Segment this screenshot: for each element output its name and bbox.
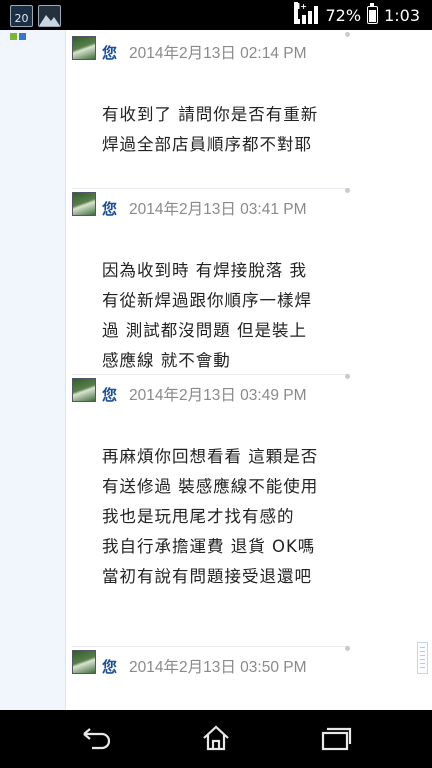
message-text: 有收到了 請問你是否有重新焊過全部店員順序都不對耶 [102,105,319,154]
sender-name: 您 [102,386,118,404]
avatar[interactable] [72,378,96,402]
divider [72,374,350,375]
divider [72,646,350,647]
home-icon [203,725,229,751]
signal-icon: H+ [293,2,320,26]
message-timestamp: 2014年2月13日 03:50 PM [129,659,307,676]
avatar[interactable] [72,36,96,60]
gallery-notification-icon [38,5,61,27]
message-item[interactable]: 您 2014年2月13日 02:14 PM 有收到了 請問你是否有重新焊過全部店員… [72,32,350,196]
message-menu-dot-icon[interactable] [345,188,350,193]
avatar[interactable] [72,650,96,674]
back-arrow-icon [83,728,111,750]
recent-apps-icon [321,727,352,751]
message-text: 再麻煩你回想看看 這顆是否有送修過 裝感應線不能使用 我也是玩甩尾才找有感的 我… [102,447,319,586]
divider [72,188,350,189]
status-indicators: H+ 72% 1:03 [293,0,420,30]
side-strip [0,30,66,710]
battery-icon [367,3,379,24]
battery-percent: 72% [325,5,362,25]
message-menu-dot-icon[interactable] [345,32,350,37]
message-item[interactable]: 您 2014年2月13日 03:49 PM 再麻煩你回想看看 這顆是否有送修過 裝… [72,374,350,644]
sender-name: 您 [102,658,118,676]
message-text: 因為收到時 有焊接脫落 我有從新焊過跟你順序一樣焊過 測試都沒問題 但是裝上感應… [102,261,312,370]
status-bar: 20 H+ 72% 1:03 [0,0,432,30]
app-badge-icon [10,33,26,40]
scroll-handle[interactable] [417,642,428,674]
message-item[interactable]: 您 2014年2月13日 03:41 PM 因為收到時 有焊接脫落 我有從新焊過跟… [72,188,350,378]
sender-name: 您 [102,44,118,62]
recent-apps-button[interactable] [318,724,354,752]
message-timestamp: 2014年2月13日 02:14 PM [129,45,307,62]
sender-name: 您 [102,200,118,218]
message-timestamp: 2014年2月13日 03:49 PM [129,387,307,404]
message-item[interactable]: 您 2014年2月13日 03:50 PM [72,646,350,710]
home-button[interactable] [198,724,234,752]
avatar[interactable] [72,192,96,216]
navigation-bar [0,710,432,768]
message-timestamp: 2014年2月13日 03:41 PM [129,201,307,218]
back-button[interactable] [78,724,114,752]
calendar-notification-icon: 20 [10,5,33,27]
conversation-view[interactable]: 您 2014年2月13日 02:14 PM 有收到了 請問你是否有重新焊過全部店員… [0,30,432,710]
calendar-day: 20 [14,12,29,25]
message-menu-dot-icon[interactable] [345,646,350,651]
clock: 1:03 [384,5,420,25]
message-menu-dot-icon[interactable] [345,374,350,379]
